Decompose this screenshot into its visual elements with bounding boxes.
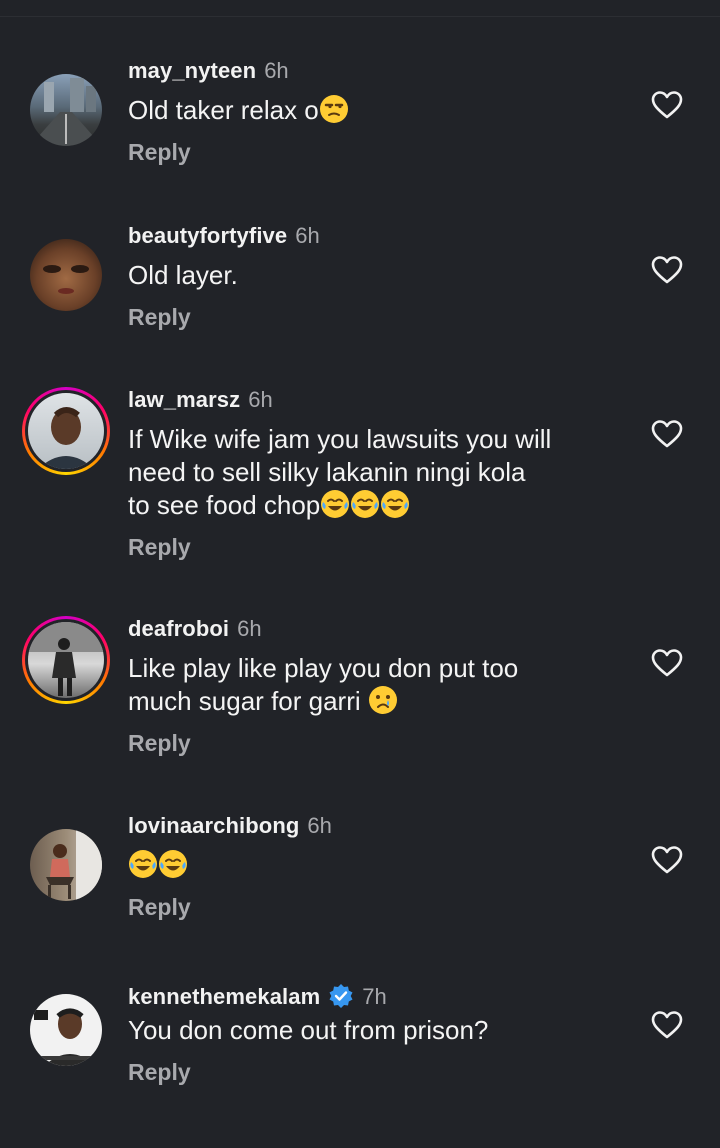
sad-crying-face-emoji [368,686,397,714]
unamused-face-emoji [319,95,348,123]
comment-text: If Wike wife jam you lawsuits you will n… [128,424,552,520]
like-heart-icon[interactable] [650,1008,684,1042]
comment-time: 6h [237,616,262,641]
comment-username[interactable]: law_marsz [128,387,240,413]
reply-button[interactable]: Reply [128,534,191,561]
comment-time: 7h [362,984,387,1009]
reply-button[interactable]: Reply [128,894,191,921]
comment-time: 6h [248,387,273,412]
reply-button[interactable]: Reply [128,730,191,757]
comment-username[interactable]: lovinaarchibong [128,813,299,839]
top-divider [0,16,720,17]
tears-of-joy-emoji [351,490,380,518]
avatar[interactable] [22,387,110,475]
avatar[interactable] [22,616,110,704]
comment-text: Old taker relax o [128,94,628,127]
tears-of-joy-emoji [129,850,157,878]
tears-of-joy-emoji [381,490,410,518]
verified-badge-icon [329,984,353,1008]
like-heart-icon[interactable] [650,88,684,122]
like-heart-icon[interactable] [650,646,684,680]
like-heart-icon[interactable] [650,843,684,877]
comment-username[interactable]: kennethemekalam [128,984,320,1010]
comment-time: 6h [295,223,320,248]
avatar[interactable] [22,66,110,154]
comment-text: Old layer. [128,260,238,290]
comment-username[interactable]: may_nyteen [128,58,256,84]
comment-text: Like play like play you don put too much… [128,653,519,716]
tears-of-joy-emoji [159,850,187,878]
comment-username[interactable]: beautyfortyfive [128,223,287,249]
reply-button[interactable]: Reply [128,1059,191,1086]
like-heart-icon[interactable] [650,253,684,287]
avatar[interactable] [22,986,110,1074]
reply-button[interactable]: Reply [128,139,191,166]
comment-time: 6h [307,813,332,838]
comment-time: 6h [264,58,289,83]
comment-username[interactable]: deafroboi [128,616,229,642]
tears-of-joy-emoji [321,490,350,518]
comment-text: You don come out from prison? [128,1015,489,1045]
reply-button[interactable]: Reply [128,304,191,331]
avatar[interactable] [22,231,110,319]
comment-text [128,849,628,882]
avatar[interactable] [22,821,110,909]
like-heart-icon[interactable] [650,417,684,451]
